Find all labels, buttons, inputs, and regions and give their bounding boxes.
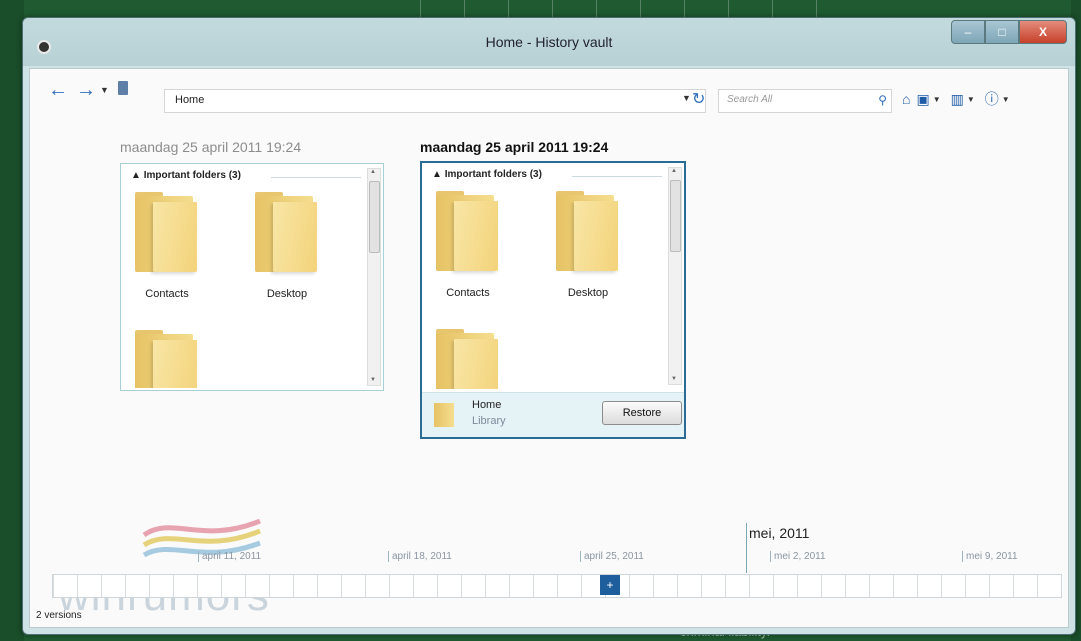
group-label: Important folders (3) [143,170,241,181]
toolbar: ← → ▼ Home ▼ ↻ Search All ⚲ ⌂ ▣ ▼ ▥ ▼ ⓘ … [30,69,1068,113]
details-pane: Home Library Restore [422,392,684,437]
timeline-current-marker[interactable]: + [600,575,620,595]
timeline-week-label: april 18, 2011 [388,551,452,562]
toolbar-right-icons: ⌂ ▣ ▼ ▥ ▼ ⓘ ▼ [902,89,1014,109]
columns-icon[interactable]: ▥ [951,91,964,108]
group-divider [271,177,361,178]
desktop-edge-left [0,0,24,641]
folder-icon[interactable] [131,192,201,272]
image-icon[interactable]: ▣ [916,91,929,108]
columns-dropdown-icon[interactable]: ▼ [967,95,975,104]
folder-icon[interactable] [251,192,321,272]
folder-icon[interactable] [131,330,201,388]
timeline-month-label: mei, 2011 [749,525,810,541]
group-header[interactable]: ▲ Important folders (3) [131,170,241,181]
vertical-scrollbar[interactable]: ▲ ▼ [668,167,682,385]
status-versions: 2 versions [36,610,82,621]
vertical-scrollbar[interactable]: ▲ ▼ [367,168,381,386]
group-label: Important folders (3) [444,169,542,180]
help-icon[interactable]: ⓘ [985,89,999,109]
minimize-button[interactable]: – [951,20,985,44]
search-placeholder: Search All [727,94,773,105]
refresh-icon[interactable]: ↻ [692,89,705,109]
month-divider [746,523,747,573]
timeline-strip[interactable] [52,574,1062,598]
address-dropdown-icon[interactable]: ▼ [682,93,691,103]
history-vault-window: Home - History vault – □ X ← → ▼ Home ▼ … [22,17,1076,635]
scroll-thumb[interactable] [670,180,681,252]
search-input[interactable]: Search All ⚲ [718,89,892,113]
forward-arrow-icon[interactable]: → [76,79,96,102]
folder-label: Contacts [446,287,490,299]
window-controls: – □ X [951,20,1067,44]
snapshot-date-label: maandag 25 april 2011 19:24 [120,139,302,155]
help-dropdown-icon[interactable]: ▼ [1002,95,1010,104]
snapshot-panel[interactable]: ▲ Important folders (3) Contacts Desktop… [120,163,384,391]
window-title: Home - History vault [485,34,613,50]
folder-label: Desktop [266,288,308,300]
detail-name: Home [472,399,502,411]
scroll-down-icon[interactable]: ▼ [370,377,376,383]
library-folder-icon [434,403,454,427]
scroll-up-icon[interactable]: ▲ [370,169,376,175]
address-text: Home [175,94,205,106]
scroll-up-icon[interactable]: ▲ [671,168,677,174]
snapshot-date-label-active: maandag 25 april 2011 19:24 [420,139,609,155]
search-icon[interactable]: ⚲ [878,93,887,107]
chevron-down-icon[interactable]: ▼ [100,85,109,95]
address-bar[interactable]: Home [164,89,706,113]
snapshot-panel-active[interactable]: ▲ Important folders (3) Contacts Desktop… [420,161,686,439]
timeline-week-label: mei 2, 2011 [770,551,826,562]
folder-icon[interactable] [552,191,622,271]
close-button[interactable]: X [1019,20,1067,44]
folder-icon[interactable] [432,329,502,389]
back-arrow-icon[interactable]: ← [48,79,68,102]
maximize-button[interactable]: □ [985,20,1019,44]
detail-type: Library [472,415,506,427]
title-bar[interactable]: Home - History vault – □ X [23,18,1075,66]
folder-icon[interactable] [432,191,502,271]
group-header[interactable]: ▲ Important folders (3) [432,169,542,180]
scroll-down-icon[interactable]: ▼ [671,376,677,382]
scroll-thumb[interactable] [369,181,380,253]
folder-label: Contacts [145,288,189,300]
client-area: ← → ▼ Home ▼ ↻ Search All ⚲ ⌂ ▣ ▼ ▥ ▼ ⓘ … [29,68,1069,628]
home-icon[interactable]: ⌂ [902,91,910,107]
timeline-week-label: mei 9, 2011 [962,551,1018,562]
timeline-week-label: april 11, 2011 [198,551,261,562]
timeline-week-label: april 25, 2011 [580,551,644,562]
folder-label: Desktop [567,287,609,299]
image-dropdown-icon[interactable]: ▼ [933,95,941,104]
up-icon[interactable] [118,81,128,95]
group-divider [572,176,662,177]
restore-button[interactable]: Restore [602,401,682,425]
